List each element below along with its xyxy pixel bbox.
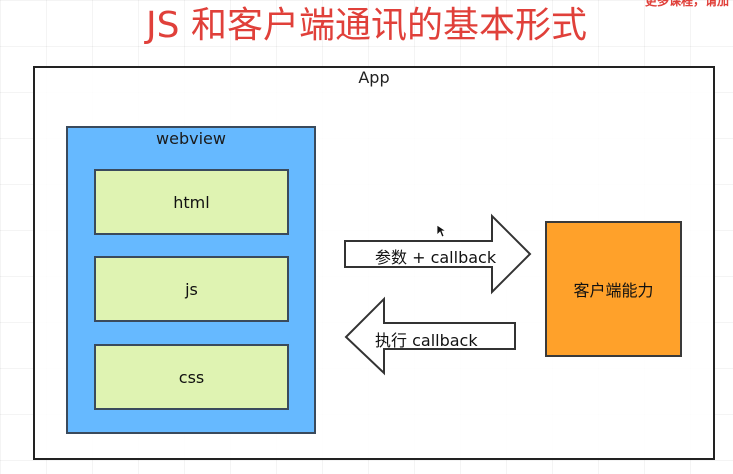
arrow-left-label: 执行 callback: [375, 331, 478, 350]
arrow-right-label: 参数 + callback: [375, 248, 497, 267]
mouse-cursor-icon: [436, 224, 446, 238]
arrows-layer: [344, 213, 532, 376]
